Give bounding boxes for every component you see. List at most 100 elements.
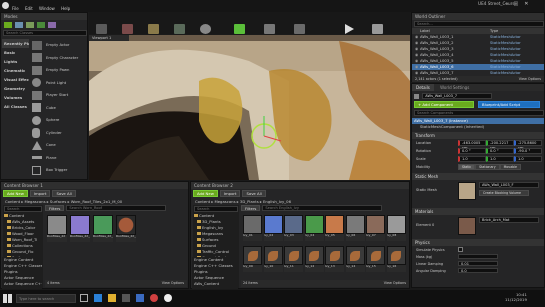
cb2-save-all-button[interactable]: Save All xyxy=(242,190,266,197)
collection-item[interactable]: Actor Sequence C++ xyxy=(2,281,42,287)
cb1-path-2[interactable]: Surfaces xyxy=(50,199,66,204)
asset-tile[interactable]: Ivy_07 xyxy=(366,215,385,243)
asset-tile[interactable]: Ivy_12 xyxy=(304,246,324,274)
asset-tile[interactable]: Ivy_08 xyxy=(386,215,406,243)
asset-tile[interactable]: Ivy_02 xyxy=(263,215,283,243)
cb1-filters-button[interactable]: Filters xyxy=(45,205,65,211)
cb2-asset-search[interactable]: Search English_Ivy xyxy=(262,205,383,211)
asset-tile[interactable]: Ivy_09 xyxy=(243,246,262,274)
material-dropdown[interactable]: Brick_Arch_Mat xyxy=(479,217,539,223)
cb2-path-0[interactable]: Content xyxy=(195,199,210,204)
create-blocking-volume-button[interactable]: Create Blocking Volume xyxy=(479,190,529,196)
foliage-mode-icon[interactable] xyxy=(37,22,45,28)
explorer-icon[interactable] xyxy=(108,294,116,302)
mesh-thumbnail[interactable] xyxy=(458,182,476,200)
materials-section[interactable]: Materials xyxy=(412,208,544,215)
category-all-classes[interactable]: All Classes xyxy=(2,102,29,111)
task-view-icon[interactable] xyxy=(80,294,88,302)
asset-tile[interactable]: Rooftiles_2X_Albedo xyxy=(116,215,136,243)
place-item[interactable]: Empty Pawn xyxy=(30,64,88,77)
cb1-path-3[interactable]: Worn_Roof_Tiles_2x1_M_00 xyxy=(71,199,123,204)
cb1-folder-search[interactable]: Search xyxy=(4,206,42,212)
modes-search[interactable]: Search Classes xyxy=(3,30,87,36)
cb1-asset-search[interactable]: Search Worn_Roof xyxy=(66,205,167,211)
rotation-x[interactable]: 0.0 ° xyxy=(458,148,486,154)
category-recently-placed[interactable]: Recently Placed xyxy=(2,39,29,48)
asset-tile[interactable]: Ivy_11 xyxy=(284,246,303,274)
asset-tile[interactable]: Ivy_05 xyxy=(325,215,344,243)
cb2-folder-search[interactable]: Search xyxy=(194,206,238,212)
actor-name-field[interactable]: AWs_Wall_L003_7 xyxy=(422,93,493,99)
place-item[interactable]: Box Trigger xyxy=(30,164,88,177)
location-y[interactable]: -200.2217 cm xyxy=(486,140,514,150)
place-item[interactable]: Empty Actor xyxy=(30,39,88,52)
physics-value[interactable]: 0.01 xyxy=(458,261,498,266)
cb2-add-new-button[interactable]: Add New xyxy=(193,190,218,197)
asset-tile[interactable]: Rooftiles_2X_Normal_Crok xyxy=(70,215,90,243)
cb2-path-2[interactable]: 3D_Plants xyxy=(240,199,259,204)
mobility-movable[interactable]: Movable xyxy=(499,164,522,170)
asset-tile[interactable]: Ivy_03 xyxy=(284,215,303,243)
mobility-static[interactable]: Static xyxy=(458,164,476,170)
cb1-view-options[interactable]: View Options xyxy=(162,280,184,287)
collection-item[interactable]: AWs_Content xyxy=(192,281,238,287)
category-visual-effects[interactable]: Visual Effects xyxy=(2,75,29,84)
location-x[interactable]: -463.0005 cm xyxy=(458,140,486,150)
place-item[interactable]: Sphere xyxy=(30,114,88,127)
physics-value[interactable] xyxy=(458,254,498,259)
place-item[interactable]: Cone xyxy=(30,139,88,152)
category-basic[interactable]: Basic xyxy=(2,48,29,57)
simulate-physics-checkbox[interactable] xyxy=(458,247,463,252)
unreal-icon[interactable] xyxy=(164,294,172,302)
physics-section[interactable]: Physics xyxy=(412,239,544,246)
material-thumbnail[interactable] xyxy=(458,217,476,235)
asset-tile[interactable]: Rooftiles_2X_Rough xyxy=(93,215,113,243)
cb1-import-button[interactable]: Import xyxy=(29,190,51,197)
menu-file[interactable]: File xyxy=(12,6,19,11)
chrome-icon[interactable] xyxy=(150,294,158,302)
mail-icon[interactable] xyxy=(136,294,144,302)
add-component-button[interactable]: + Add Component xyxy=(414,101,474,108)
place-item[interactable]: Cylinder xyxy=(30,127,88,140)
asset-tile[interactable]: Ivy_16 xyxy=(386,246,406,274)
cb2-import-button[interactable]: Import xyxy=(219,190,241,197)
asset-tile[interactable]: Ivy_10 xyxy=(263,246,283,274)
component-child[interactable]: StaticMeshComponent (Inherited) xyxy=(412,124,544,130)
cb1-add-new-button[interactable]: Add New xyxy=(3,190,28,197)
blueprint-script-button[interactable]: Blueprint/Add Script xyxy=(478,101,540,108)
scale-x[interactable]: 1.0 xyxy=(458,156,486,162)
component-search[interactable]: Search Components xyxy=(414,110,544,116)
static-mesh-section[interactable]: Static Mesh xyxy=(412,173,544,180)
place-item[interactable]: Player Start xyxy=(30,89,88,102)
cb1-save-all-button[interactable]: Save All xyxy=(52,190,76,197)
view-options-link[interactable]: View Options xyxy=(519,76,541,82)
cb1-path-1[interactable]: Megascans xyxy=(24,199,45,204)
paint-mode-icon[interactable] xyxy=(15,22,23,28)
place-item[interactable]: Cube xyxy=(30,102,88,115)
menu-help[interactable]: Help xyxy=(61,6,70,11)
category-cinematic[interactable]: Cinematic xyxy=(2,66,29,75)
transform-section[interactable]: Transform xyxy=(412,132,544,139)
menu-window[interactable]: Window xyxy=(39,6,55,11)
asset-tile[interactable]: Ivy_06 xyxy=(345,215,365,243)
physics-value[interactable]: 0.0 xyxy=(458,268,498,273)
place-item[interactable]: Point Light xyxy=(30,77,88,90)
rotation-y[interactable]: 0.0 ° xyxy=(486,148,514,154)
scale-z[interactable]: 1.0 xyxy=(514,156,542,162)
taskbar-search[interactable]: Type here to search xyxy=(16,294,76,303)
place-item[interactable]: Empty Character xyxy=(30,52,88,65)
system-clock[interactable]: 10:41 11/12/2019 xyxy=(505,292,527,302)
viewport[interactable]: Viewport 1 xyxy=(89,35,410,180)
asset-tile[interactable]: Ivy_13 xyxy=(325,246,344,274)
place-mode-icon[interactable] xyxy=(4,22,12,28)
close-icon[interactable]: ✕ xyxy=(524,1,534,7)
category-lights[interactable]: Lights xyxy=(2,57,29,66)
cb2-view-options[interactable]: View Options xyxy=(384,280,406,287)
location-z[interactable]: -275.8600 cm xyxy=(514,140,542,150)
geometry-mode-icon[interactable] xyxy=(48,22,56,28)
category-volumes[interactable]: Volumes xyxy=(2,93,29,102)
minimize-icon[interactable]: – xyxy=(505,1,514,7)
scale-y[interactable]: 1.0 xyxy=(486,156,514,162)
landscape-mode-icon[interactable] xyxy=(26,22,34,28)
maximize-icon[interactable]: □ xyxy=(514,1,525,7)
